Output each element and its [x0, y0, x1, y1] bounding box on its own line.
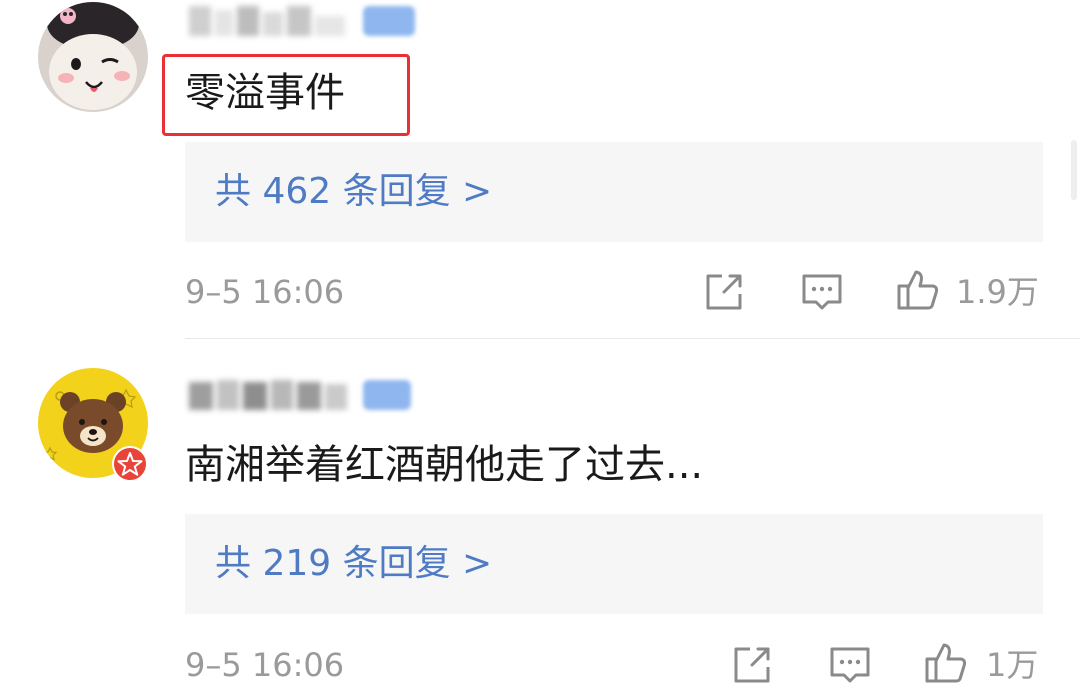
comment-text: 南湘举着红酒朝他走了过去... — [185, 442, 704, 488]
share-icon[interactable] — [702, 270, 746, 314]
comment-time: 9–5 16:06 — [185, 273, 345, 311]
view-replies-link[interactable]: 共 219 条回复 > — [215, 540, 492, 588]
like-count: 1万 — [986, 646, 1039, 684]
thumbs-up-icon[interactable] — [924, 641, 968, 685]
view-replies-link[interactable]: 共 462 条回复 > — [215, 168, 492, 216]
scrollbar-thumb[interactable] — [1071, 140, 1077, 200]
comment-text: 零溢事件 — [185, 70, 345, 116]
member-badge — [363, 6, 415, 36]
user-avatar[interactable] — [38, 2, 148, 112]
replies-panel[interactable]: 共 219 条回复 > — [185, 514, 1043, 614]
comment-icon[interactable] — [800, 270, 844, 314]
blurred-username — [185, 376, 355, 414]
comment-icon[interactable] — [828, 643, 872, 687]
replies-panel[interactable]: 共 462 条回复 > — [185, 142, 1043, 242]
like-count: 1.9万 — [956, 273, 1039, 311]
scrollbar[interactable] — [1068, 0, 1080, 693]
comment-time: 9–5 16:06 — [185, 646, 345, 684]
comment-divider — [185, 338, 1080, 339]
plush-toy-avatar — [38, 2, 148, 112]
verified-star-badge-icon — [112, 446, 148, 482]
share-icon[interactable] — [730, 643, 774, 687]
blurred-username — [185, 2, 355, 40]
thumbs-up-icon[interactable] — [896, 268, 940, 312]
member-badge — [363, 380, 411, 410]
